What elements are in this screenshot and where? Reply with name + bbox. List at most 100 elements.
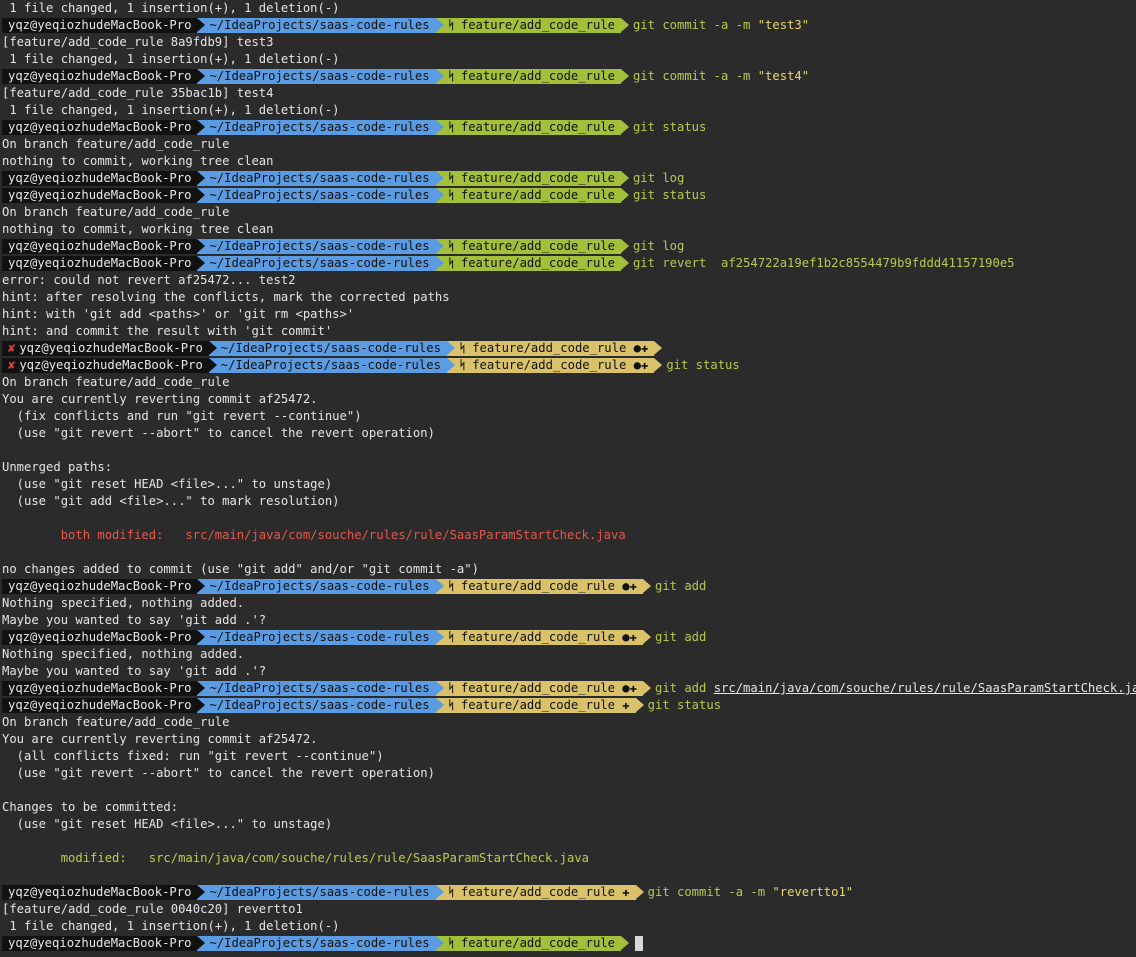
command-argument: "test4" xyxy=(757,69,810,83)
prompt-directory: ~/IdeaProjects/saas-code-rules xyxy=(197,681,444,696)
output-line: hint: with 'git add <paths>' or 'git rm … xyxy=(2,307,355,321)
command-text: git commit -a -m xyxy=(632,18,751,32)
command-path-argument: src/main/java/com/souche/rules/rule/Saas… xyxy=(713,681,1136,695)
prompt-branch-segment: ᛋ feature/add_code_rule xyxy=(435,69,630,84)
output-line: hint: and commit the result with 'git co… xyxy=(2,324,333,338)
error-x-icon: ✘ xyxy=(8,341,16,355)
prompt-directory: ~/IdeaProjects/saas-code-rules xyxy=(208,341,456,356)
output-line: Maybe you wanted to say 'git add .'? xyxy=(2,613,267,627)
output-line: On branch feature/add_code_rule xyxy=(2,375,230,389)
prompt-directory: ~/IdeaProjects/saas-code-rules xyxy=(197,698,444,713)
prompt-user: yqz@yeqiozhudeMacBook-Pro xyxy=(8,256,192,270)
output-line: (use "git revert --abort" to cancel the … xyxy=(2,426,435,440)
output-line: (fix conflicts and run "git revert --con… xyxy=(2,409,362,423)
prompt-user-segment: yqz@yeqiozhudeMacBook-Pro xyxy=(2,188,206,203)
prompt-branch: feature/add_code_rule xyxy=(460,630,615,644)
dirty-status-icon: ●✚ xyxy=(626,358,649,372)
prompt-branch: feature/add_code_rule xyxy=(460,239,615,253)
prompt-user: yqz@yeqiozhudeMacBook-Pro xyxy=(8,188,192,202)
command-text: git add xyxy=(654,681,707,695)
prompt-line: yqz@yeqiozhudeMacBook-Pro ~/IdeaProjects/… xyxy=(2,629,706,646)
output-line: 1 file changed, 1 insertion(+), 1 deleti… xyxy=(2,1,340,15)
prompt-user-segment: yqz@yeqiozhudeMacBook-Pro xyxy=(2,171,206,186)
terminal-window[interactable]: 1 file changed, 1 insertion(+), 1 deleti… xyxy=(0,0,1136,957)
prompt-branch-segment: ᛋ feature/add_code_rule ●✚ xyxy=(435,579,652,594)
command-text: git add xyxy=(654,579,707,593)
prompt-user: yqz@yeqiozhudeMacBook-Pro xyxy=(19,341,203,355)
output-line: (use "git revert --abort" to cancel the … xyxy=(2,766,435,780)
git-branch-icon: ᛋ xyxy=(447,885,455,899)
output-line: On branch feature/add_code_rule xyxy=(2,137,230,151)
prompt-user: yqz@yeqiozhudeMacBook-Pro xyxy=(8,579,192,593)
git-branch-icon: ᛋ xyxy=(447,630,455,644)
command-text: git revert af254722a19ef1b2c8554479b9fdd… xyxy=(632,256,1015,270)
prompt-user: yqz@yeqiozhudeMacBook-Pro xyxy=(8,885,192,899)
output-line: 1 file changed, 1 insertion(+), 1 deleti… xyxy=(2,52,340,66)
prompt-branch: feature/add_code_rule xyxy=(460,681,615,695)
prompt-user-segment: yqz@yeqiozhudeMacBook-Pro xyxy=(2,18,206,33)
prompt-user-segment: yqz@yeqiozhudeMacBook-Pro xyxy=(2,579,206,594)
output-line: On branch feature/add_code_rule xyxy=(2,715,230,729)
prompt-branch-segment: ᛋ feature/add_code_rule xyxy=(435,256,630,271)
git-branch-icon: ᛋ xyxy=(458,358,467,372)
prompt-branch: feature/add_code_rule xyxy=(460,69,615,83)
prompt-user: yqz@yeqiozhudeMacBook-Pro xyxy=(8,681,192,695)
output-line: Maybe you wanted to say 'git add .'? xyxy=(2,664,267,678)
output-line: hint: after resolving the conflicts, mar… xyxy=(2,290,450,304)
prompt-branch-segment: ᛋ feature/add_code_rule ●✚ xyxy=(435,630,652,645)
prompt-branch-segment: ᛋ feature/add_code_rule xyxy=(435,18,630,33)
prompt-line: yqz@yeqiozhudeMacBook-Pro ~/IdeaProjects/… xyxy=(2,680,1136,697)
git-branch-icon: ᛋ xyxy=(447,171,455,185)
prompt-directory: ~/IdeaProjects/saas-code-rules xyxy=(197,18,444,33)
prompt-directory: ~/IdeaProjects/saas-code-rules xyxy=(197,69,444,84)
prompt-directory: ~/IdeaProjects/saas-code-rules xyxy=(197,579,444,594)
prompt-line: yqz@yeqiozhudeMacBook-Pro ~/IdeaProjects/… xyxy=(2,170,684,187)
prompt-user-segment: yqz@yeqiozhudeMacBook-Pro xyxy=(2,239,206,254)
staged-status-icon: ✚ xyxy=(614,698,630,712)
staged-status-icon: ✚ xyxy=(614,885,630,899)
prompt-user: yqz@yeqiozhudeMacBook-Pro xyxy=(8,69,192,83)
command-text: git add xyxy=(654,630,707,644)
prompt-branch: feature/add_code_rule xyxy=(460,885,615,899)
output-line: [feature/add_code_rule 35bac1b] test4 xyxy=(2,86,274,100)
output-line: (use "git add <file>..." to mark resolut… xyxy=(2,494,340,508)
command-text: git status xyxy=(666,358,740,372)
prompt-user-segment: yqz@yeqiozhudeMacBook-Pro xyxy=(2,885,206,900)
error-x-icon: ✘ xyxy=(8,358,16,372)
output-line: Nothing specified, nothing added. xyxy=(2,647,245,661)
prompt-line: yqz@yeqiozhudeMacBook-Pro ~/IdeaProjects/… xyxy=(2,17,809,34)
prompt-line: yqz@yeqiozhudeMacBook-Pro ~/IdeaProjects/… xyxy=(2,255,1015,272)
output-line: no changes added to commit (use "git add… xyxy=(2,562,479,576)
output-line: Nothing specified, nothing added. xyxy=(2,596,245,610)
git-branch-icon: ᛋ xyxy=(447,18,455,32)
output-line: On branch feature/add_code_rule xyxy=(2,205,230,219)
git-branch-icon: ᛋ xyxy=(447,936,455,950)
prompt-user-segment: ✘ yqz@yeqiozhudeMacBook-Pro xyxy=(2,341,217,356)
prompt-user-segment: yqz@yeqiozhudeMacBook-Pro xyxy=(2,630,206,645)
prompt-branch: feature/add_code_rule xyxy=(472,341,627,355)
command-argument: "test3" xyxy=(757,18,810,32)
terminal-cursor[interactable] xyxy=(634,936,643,951)
output-line: Changes to be committed: xyxy=(2,800,179,814)
prompt-directory: ~/IdeaProjects/saas-code-rules xyxy=(197,936,444,951)
prompt-line: yqz@yeqiozhudeMacBook-Pro ~/IdeaProjects/… xyxy=(2,697,721,714)
prompt-branch-segment: ᛋ feature/add_code_rule ●✚ xyxy=(446,358,663,373)
prompt-branch-segment: ᛋ feature/add_code_rule xyxy=(435,171,630,186)
prompt-directory: ~/IdeaProjects/saas-code-rules xyxy=(197,188,444,203)
output-line: both modified: src/main/java/com/souche/… xyxy=(2,528,626,542)
prompt-branch: feature/add_code_rule xyxy=(460,120,615,134)
prompt-user-segment: yqz@yeqiozhudeMacBook-Pro xyxy=(2,69,206,84)
prompt-user-segment: yqz@yeqiozhudeMacBook-Pro xyxy=(2,698,206,713)
prompt-branch: feature/add_code_rule xyxy=(460,698,615,712)
output-line: 1 file changed, 1 insertion(+), 1 deleti… xyxy=(2,919,340,933)
output-line: You are currently reverting commit af254… xyxy=(2,392,318,406)
prompt-user-segment: ✘ yqz@yeqiozhudeMacBook-Pro xyxy=(2,358,217,373)
prompt-user-segment: yqz@yeqiozhudeMacBook-Pro xyxy=(2,681,206,696)
prompt-user: yqz@yeqiozhudeMacBook-Pro xyxy=(8,239,192,253)
output-line: You are currently reverting commit af254… xyxy=(2,732,318,746)
command-text: git status xyxy=(632,120,707,134)
prompt-line: yqz@yeqiozhudeMacBook-Pro ~/IdeaProjects/… xyxy=(2,68,809,85)
output-line: [feature/add_code_rule 8a9fdb9] test3 xyxy=(2,35,274,49)
prompt-line: yqz@yeqiozhudeMacBook-Pro ~/IdeaProjects/… xyxy=(2,187,706,204)
dirty-status-icon: ●✚ xyxy=(614,630,637,644)
